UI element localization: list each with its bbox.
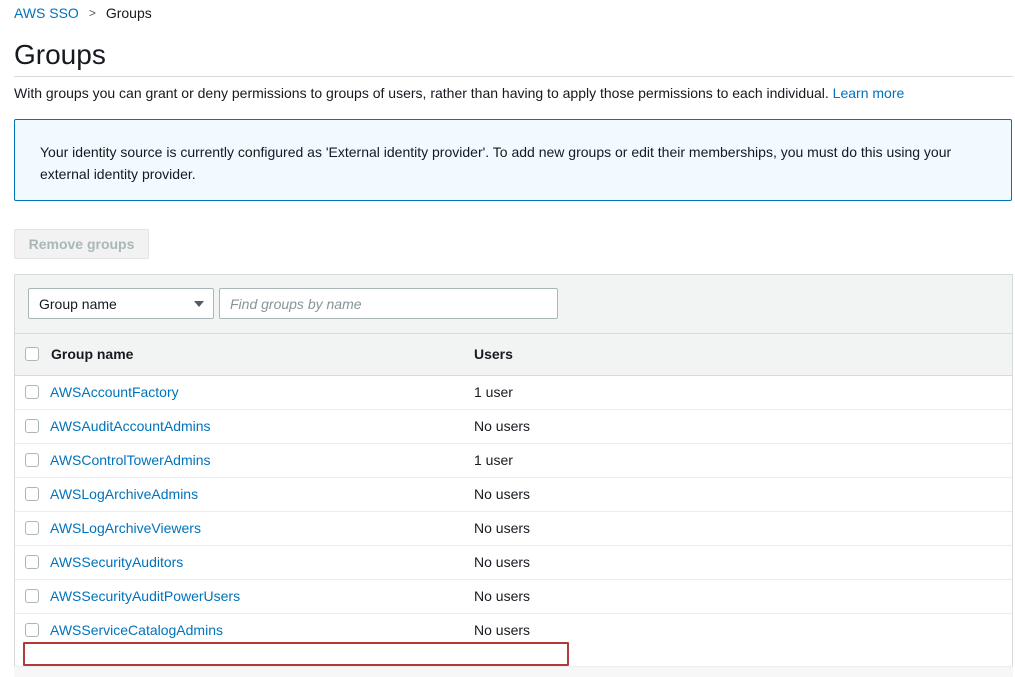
filter-property-select[interactable]: Group name (28, 288, 214, 319)
highlight-annotation-box (23, 642, 569, 666)
group-users-count: 1 user (474, 384, 513, 400)
group-name-link[interactable]: AWSAuditAccountAdmins (50, 418, 211, 435)
group-name-link[interactable]: AWSLogArchiveViewers (50, 520, 201, 537)
row-checkbox[interactable] (25, 487, 39, 501)
group-name-link[interactable]: AWSServiceCatalogAdmins (50, 622, 223, 639)
table-row: AWSControlTowerAdmins 1 user (15, 444, 1012, 478)
table-row: AWSLogArchiveViewers No users (15, 512, 1012, 546)
chevron-right-icon: > (88, 6, 96, 20)
table-row: AWSSecurityAuditPowerUsers No users (15, 580, 1012, 614)
group-users-count: 1 user (474, 452, 513, 468)
learn-more-link[interactable]: Learn more (833, 85, 905, 101)
group-name-link[interactable]: AWSControlTowerAdmins (50, 452, 211, 469)
info-alert: Your identity source is currently config… (14, 119, 1012, 201)
table-row: AWSAuditAccountAdmins No users (15, 410, 1012, 444)
row-checkbox[interactable] (25, 385, 39, 399)
group-name-link[interactable]: AWSSecurityAuditors (50, 554, 183, 571)
group-name-link[interactable]: AWSLogArchiveAdmins (50, 486, 198, 503)
title-divider (14, 76, 1013, 77)
group-users-count: No users (474, 486, 531, 502)
select-all-checkbox[interactable] (25, 347, 39, 361)
description-text: With groups you can grant or deny permis… (14, 85, 829, 101)
table-footer-strip (14, 666, 1013, 677)
group-users-count: No users (474, 520, 531, 536)
groups-page: AWS SSO > Groups Groups With groups you … (0, 0, 1015, 677)
page-title: Groups (14, 39, 106, 70)
filter-property-value: Group name (39, 295, 117, 312)
table-body: AWSAccountFactory 1 user AWSAuditAccount… (15, 376, 1012, 647)
group-users-count: No users (474, 622, 531, 638)
row-checkbox[interactable] (25, 419, 39, 433)
info-alert-text: Your identity source is currently config… (40, 144, 952, 182)
table-row: AWSAccountFactory 1 user (15, 376, 1012, 410)
row-checkbox[interactable] (25, 589, 39, 603)
row-checkbox[interactable] (25, 623, 39, 637)
group-users-count: No users (474, 418, 531, 434)
search-input[interactable] (219, 288, 558, 319)
row-checkbox[interactable] (25, 521, 39, 535)
groups-table: Group name Group name Users AWSAccountFa… (14, 274, 1013, 677)
column-header-users[interactable]: Users (474, 346, 513, 363)
group-users-count: No users (474, 554, 531, 570)
row-checkbox[interactable] (25, 555, 39, 569)
group-users-count: No users (474, 588, 531, 604)
table-header: Group name Users (15, 334, 1012, 376)
page-description: With groups you can grant or deny permis… (14, 84, 904, 102)
group-name-link[interactable]: AWSAccountFactory (50, 384, 179, 401)
breadcrumb-current: Groups (105, 5, 152, 21)
remove-groups-button[interactable]: Remove groups (14, 229, 149, 259)
column-header-group-name[interactable]: Group name (51, 346, 133, 363)
row-checkbox[interactable] (25, 453, 39, 467)
group-name-link[interactable]: AWSSecurityAuditPowerUsers (50, 588, 240, 605)
table-row: AWSLogArchiveAdmins No users (15, 478, 1012, 512)
caret-down-icon (194, 301, 204, 307)
breadcrumb: AWS SSO > Groups (14, 4, 152, 22)
filter-bar: Group name (15, 275, 1012, 334)
breadcrumb-aws-sso-link[interactable]: AWS SSO (14, 4, 79, 22)
table-row: AWSSecurityAuditors No users (15, 546, 1012, 580)
